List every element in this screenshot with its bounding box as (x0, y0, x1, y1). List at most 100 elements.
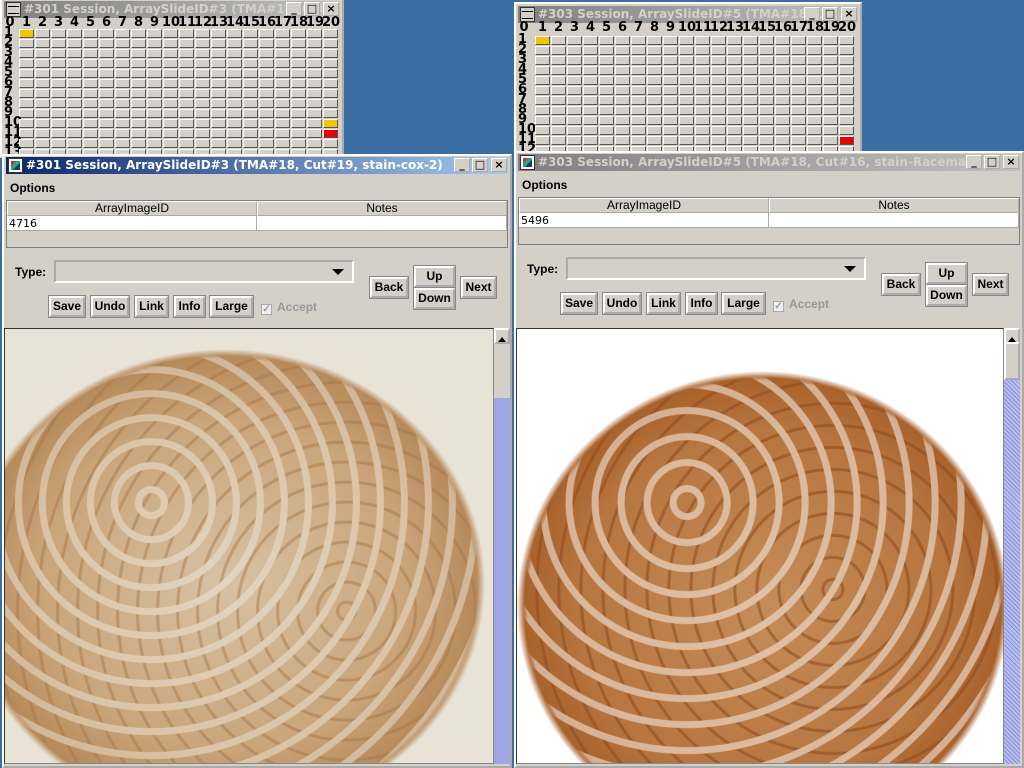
grid-cell[interactable] (227, 29, 242, 38)
grid-cell[interactable] (307, 119, 322, 128)
grid-cell[interactable] (759, 106, 774, 115)
grid-cell[interactable] (147, 99, 162, 108)
grid-cell[interactable] (631, 56, 646, 65)
grid-cell[interactable] (551, 66, 566, 75)
grid-cell[interactable] (695, 76, 710, 85)
grid-cell[interactable] (711, 56, 726, 65)
grid-cell[interactable] (759, 76, 774, 85)
grid-cell[interactable] (227, 139, 242, 148)
grid-cell[interactable] (83, 29, 98, 38)
grid-cell[interactable] (163, 109, 178, 118)
grid-cell[interactable] (51, 99, 66, 108)
grid-cell[interactable] (823, 136, 838, 145)
scrollbar-thumb[interactable] (1004, 342, 1020, 380)
grid-cell[interactable] (51, 69, 66, 78)
grid-cell[interactable] (775, 46, 790, 55)
grid-cell[interactable] (115, 79, 130, 88)
grid-cell[interactable] (695, 96, 710, 105)
grid-cell[interactable] (823, 36, 838, 45)
grid-cell[interactable] (775, 96, 790, 105)
grid-cell[interactable] (131, 139, 146, 148)
grid-cell[interactable] (179, 69, 194, 78)
grid-cell[interactable] (131, 59, 146, 68)
grid-cell[interactable] (195, 89, 210, 98)
grid-cell[interactable] (307, 109, 322, 118)
grid-cell[interactable] (243, 129, 258, 138)
grid-cell[interactable] (839, 136, 854, 145)
grid-cell[interactable] (195, 69, 210, 78)
grid-cell[interactable] (83, 69, 98, 78)
grid-cell[interactable] (647, 36, 662, 45)
grid-cell[interactable] (551, 116, 566, 125)
grid-cell[interactable] (307, 39, 322, 48)
undo-button[interactable]: Undo (90, 295, 130, 318)
grid-cell[interactable] (179, 109, 194, 118)
grid-cell[interactable] (67, 39, 82, 48)
grid-cell[interactable] (131, 99, 146, 108)
grid-cell[interactable] (163, 139, 178, 148)
grid-cell[interactable] (195, 29, 210, 38)
grid-cell[interactable] (567, 136, 582, 145)
grid-cell[interactable] (807, 116, 822, 125)
grid-cell[interactable] (759, 66, 774, 75)
grid-cell[interactable] (663, 36, 678, 45)
grid-cell[interactable] (67, 69, 82, 78)
grid-cell[interactable] (567, 76, 582, 85)
grid-cell[interactable] (211, 99, 226, 108)
grid-cell[interactable] (567, 36, 582, 45)
save-button[interactable]: Save (560, 292, 598, 315)
grid-cell[interactable] (67, 49, 82, 58)
grid-cell[interactable] (131, 109, 146, 118)
cell-notes[interactable] (769, 213, 1019, 228)
grid-cell[interactable] (51, 139, 66, 148)
grid-cell[interactable] (679, 106, 694, 115)
grid-cell[interactable] (179, 79, 194, 88)
column-header-arrayimageid[interactable]: ArrayImageID (519, 198, 769, 213)
grid-cell[interactable] (599, 36, 614, 45)
grid-cell[interactable] (791, 66, 806, 75)
grid-cell[interactable] (227, 129, 242, 138)
column-header-notes[interactable]: Notes (769, 198, 1019, 213)
grid-cell[interactable] (67, 99, 82, 108)
grid-cell[interactable] (323, 39, 338, 48)
grid-cell[interactable] (83, 139, 98, 148)
grid-cell[interactable] (695, 136, 710, 145)
grid-cell[interactable] (67, 89, 82, 98)
grid-cell[interactable] (727, 106, 742, 115)
grid-cell[interactable] (179, 129, 194, 138)
grid-cell[interactable] (323, 89, 338, 98)
grid-cell[interactable] (211, 59, 226, 68)
grid-cell[interactable] (115, 39, 130, 48)
grid-cell[interactable] (535, 106, 550, 115)
grid-cell[interactable] (243, 29, 258, 38)
grid-cell[interactable] (839, 126, 854, 135)
cell-arrayimageid[interactable]: 5496 (519, 213, 769, 228)
grid-cell[interactable] (823, 76, 838, 85)
grid-cell[interactable] (567, 66, 582, 75)
grid-cell[interactable] (775, 116, 790, 125)
grid-cell[interactable] (163, 29, 178, 38)
grid-cell[interactable] (19, 29, 34, 38)
grid-cell[interactable] (679, 76, 694, 85)
grid-cell[interactable] (775, 126, 790, 135)
grid-cell[interactable] (839, 106, 854, 115)
grid-cell[interactable] (823, 126, 838, 135)
grid-cell[interactable] (307, 89, 322, 98)
grid-cell[interactable] (227, 59, 242, 68)
grid-cell[interactable] (823, 56, 838, 65)
grid-cell[interactable] (615, 66, 630, 75)
grid-cell[interactable] (227, 99, 242, 108)
grid-cell[interactable] (323, 109, 338, 118)
grid-cell[interactable] (19, 79, 34, 88)
grid-cell[interactable] (567, 126, 582, 135)
grid-cell[interactable] (775, 106, 790, 115)
grid-cell[interactable] (83, 59, 98, 68)
grid-cell[interactable] (775, 136, 790, 145)
grid-cell[interactable] (583, 36, 598, 45)
grid-cell[interactable] (743, 56, 758, 65)
options-menu[interactable]: Options (522, 178, 567, 192)
grid-cell[interactable] (131, 119, 146, 128)
grid-cell[interactable] (679, 66, 694, 75)
maximize-button[interactable]: □ (472, 158, 488, 172)
grid-cell[interactable] (535, 116, 550, 125)
